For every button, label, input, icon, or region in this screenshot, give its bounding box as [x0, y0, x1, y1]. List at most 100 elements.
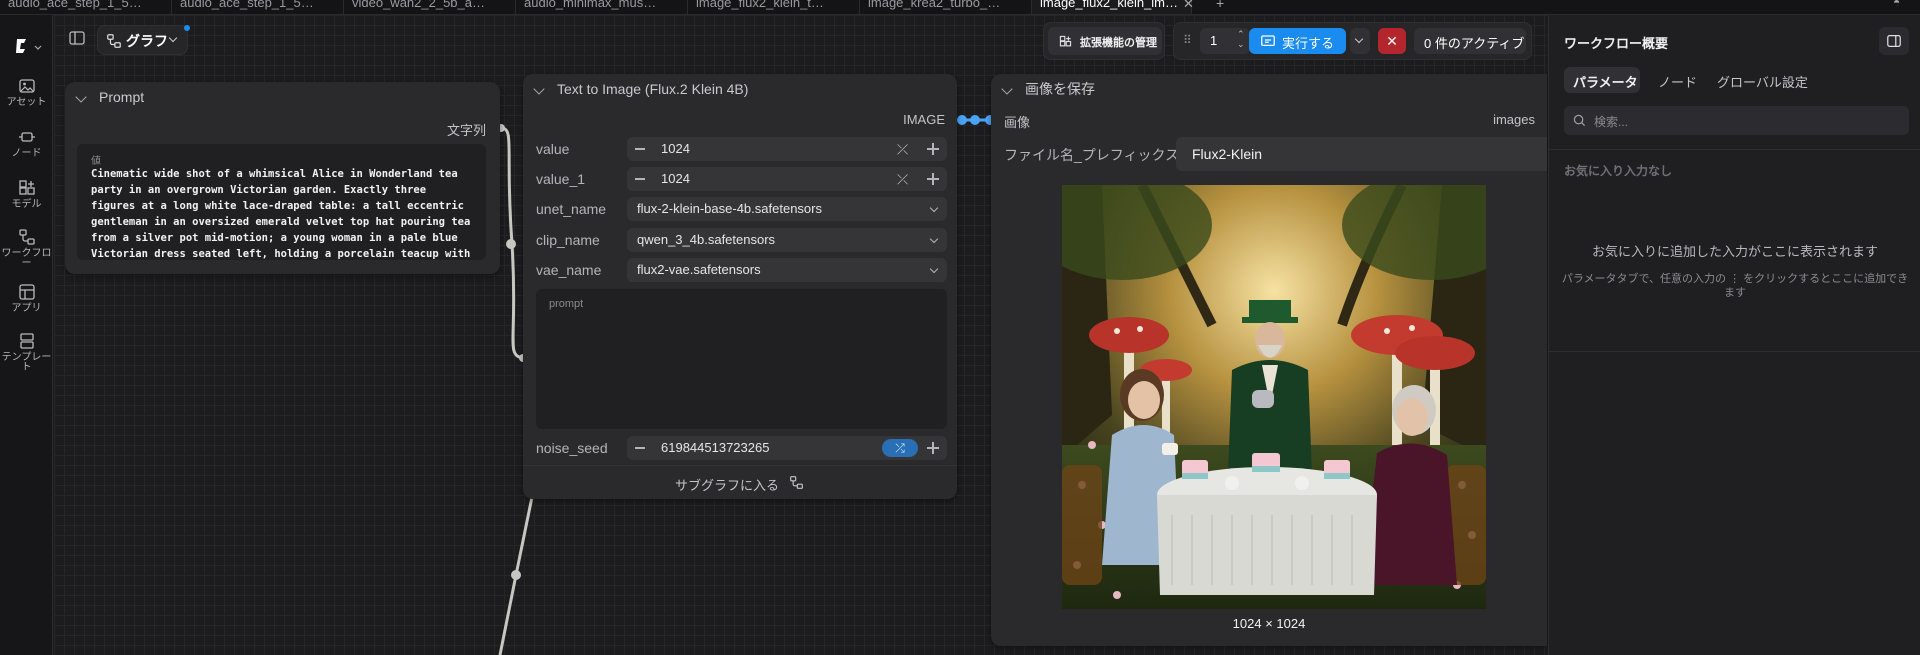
- toggle-panel-button[interactable]: [1879, 27, 1909, 55]
- prompt-placeholder: prompt: [549, 298, 584, 310]
- vae-select[interactable]: flux2-vae.safetensors: [627, 258, 947, 282]
- widget-value: 1024: [661, 141, 690, 156]
- collapse-chevron-icon[interactable]: [533, 83, 545, 95]
- panel-toggle-icon[interactable]: [68, 29, 90, 51]
- widget-value: 619844513723265: [661, 440, 770, 455]
- extensions-icon: [1059, 35, 1072, 47]
- run-icon: [1261, 35, 1275, 47]
- decrement-icon[interactable]: [635, 178, 645, 180]
- unet-select[interactable]: flux-2-klein-base-4b.safetensors: [627, 197, 947, 221]
- run-button[interactable]: 実行する: [1249, 28, 1346, 54]
- workflow-icon: [107, 34, 121, 48]
- tab-global-settings[interactable]: グローバル設定: [1709, 67, 1819, 93]
- run-label: 実行する: [1282, 36, 1335, 51]
- seed-number-input[interactable]: 619844513723265 ⤮: [627, 436, 947, 460]
- tab-label: ノード: [1658, 75, 1698, 90]
- chevron-down-icon: [168, 33, 178, 43]
- chevron-down-icon: [929, 264, 939, 274]
- node-header[interactable]: 画像を保存: [991, 74, 1547, 104]
- tab-label: パラメータ: [1573, 75, 1638, 90]
- generated-image[interactable]: [1062, 185, 1486, 609]
- run-controls-group: ⠿ 1 ⌃ ⌄ 実行する ✕ 0 件のアクティブ: [1173, 22, 1532, 60]
- node-header[interactable]: Prompt: [65, 82, 500, 112]
- unlink-icon[interactable]: ⤫: [897, 167, 908, 191]
- output-slot-label: images: [1493, 112, 1535, 127]
- divider: [1549, 351, 1920, 352]
- save-image-node[interactable]: 画像を保存 画像 images ファイル名_プレフィックス Flux2-Klei…: [991, 74, 1547, 646]
- enter-subgraph-label: サブグラフに入る: [675, 478, 780, 493]
- chevron-down-icon: [929, 203, 939, 213]
- unlink-icon[interactable]: ⤫: [897, 137, 908, 161]
- decrement-icon[interactable]: [635, 447, 645, 449]
- randomize-seed-icon[interactable]: ⤮: [882, 439, 918, 457]
- collapse-chevron-icon[interactable]: [1001, 83, 1013, 95]
- decrement-icon[interactable]: [635, 148, 645, 150]
- widget-value: flux2-vae.safetensors: [637, 262, 761, 277]
- widget-value: 1024: [661, 171, 690, 186]
- widget-label: clip_name: [536, 232, 600, 248]
- node-title: Prompt: [99, 89, 145, 105]
- widget-label: vae_name: [536, 262, 602, 278]
- wire-reroute: [506, 239, 516, 249]
- node-title: Text to Image (Flux.2 Klein 4B): [557, 81, 749, 97]
- node-header[interactable]: Text to Image (Flux.2 Klein 4B): [523, 74, 957, 104]
- unsaved-dot: [184, 25, 190, 31]
- output-slot-label: 文字列: [446, 123, 486, 138]
- field-label: 値: [91, 156, 101, 167]
- cancel-run-icon[interactable]: ✕: [1378, 28, 1406, 54]
- user-icon[interactable]: ◓: [1893, 0, 1900, 9]
- widget-label: ファイル名_プレフィックス: [1004, 147, 1180, 163]
- value1-number-input[interactable]: 1024 ⤫: [627, 167, 947, 191]
- widget-label: value_1: [536, 171, 586, 187]
- queue-count-stepper[interactable]: 1 ⌃ ⌄: [1200, 28, 1250, 54]
- value-number-input[interactable]: 1024 ⤫: [627, 137, 947, 161]
- chevron-down-icon: [929, 234, 939, 244]
- prompt-text: Cinematic wide shot of a whimsical Alice…: [91, 168, 471, 260]
- drag-handle-icon[interactable]: ⠿: [1183, 33, 1192, 47]
- empty-favorites-message: お気に入りに追加した入力がここに表示されます: [1591, 244, 1878, 259]
- search-input[interactable]: 検索...: [1564, 106, 1909, 135]
- increment-icon[interactable]: [927, 173, 939, 185]
- graph-label: グラフ: [126, 33, 168, 49]
- tab-nodes[interactable]: ノード: [1650, 67, 1700, 93]
- widget-label: value: [536, 141, 570, 157]
- prompt-textarea[interactable]: 値 Cinematic wide shot of a whimsical Ali…: [77, 144, 486, 260]
- wire-reroute: [511, 570, 521, 580]
- workflow-overview-panel: ワークフロー概要 パラメータ ノード グローバル設定 検索... お気に入り入力…: [1548, 15, 1920, 655]
- node-title: 画像を保存: [1025, 81, 1095, 97]
- active-jobs-label: 0 件のアクティブ: [1424, 36, 1525, 51]
- increment-icon[interactable]: [927, 442, 939, 454]
- input-slot-label: 画像: [1004, 115, 1031, 130]
- queue-count: 1: [1210, 33, 1218, 48]
- image-dimensions: 1024 × 1024: [1232, 616, 1306, 631]
- widget-label: noise_seed: [536, 440, 608, 456]
- sidebar-toggle-icon: [1887, 35, 1901, 47]
- clip-select[interactable]: qwen_3_4b.safetensors: [627, 228, 947, 252]
- collapse-chevron-icon[interactable]: [75, 91, 87, 103]
- prompt-input-area[interactable]: prompt: [536, 289, 947, 429]
- increment-icon[interactable]: [927, 143, 939, 155]
- search-placeholder: 検索...: [1594, 115, 1629, 129]
- text-to-image-node[interactable]: Text to Image (Flux.2 Klein 4B) IMAGE va…: [523, 74, 957, 499]
- divider: [1549, 149, 1920, 150]
- workflow-icon: [790, 476, 803, 489]
- tea-party-image: [1062, 185, 1486, 609]
- run-mode-dropdown[interactable]: [1350, 28, 1370, 54]
- extensions-group: 拡張機能の管理: [1043, 22, 1165, 60]
- chevron-down-icon: [1354, 34, 1364, 44]
- stepper-arrows-icon[interactable]: ⌃ ⌄: [1237, 29, 1245, 49]
- enter-subgraph-button[interactable]: サブグラフに入る: [523, 465, 957, 499]
- manage-extensions-button[interactable]: 拡張機能の管理: [1048, 27, 1162, 55]
- widget-value: qwen_3_4b.safetensors: [637, 232, 776, 247]
- manage-extensions-label: 拡張機能の管理: [1080, 37, 1157, 49]
- active-jobs-button[interactable]: 0 件のアクティブ: [1414, 28, 1526, 54]
- panel-title: ワークフロー概要: [1564, 36, 1669, 51]
- widget-label: unet_name: [536, 201, 607, 217]
- filename-prefix-input[interactable]: Flux2-Klein: [1176, 137, 1547, 171]
- prompt-node[interactable]: Prompt 文字列 値 Cinematic wide shot of a wh…: [65, 82, 500, 274]
- tab-label: グローバル設定: [1717, 75, 1808, 90]
- tab-parameters[interactable]: パラメータ: [1564, 67, 1640, 93]
- search-icon: [1573, 114, 1586, 127]
- favorites-hint: パラメータタブで、任意の入力の ⋮ をクリックするとここに追加できます: [1561, 273, 1909, 299]
- graph-breadcrumb-button[interactable]: グラフ: [97, 25, 188, 55]
